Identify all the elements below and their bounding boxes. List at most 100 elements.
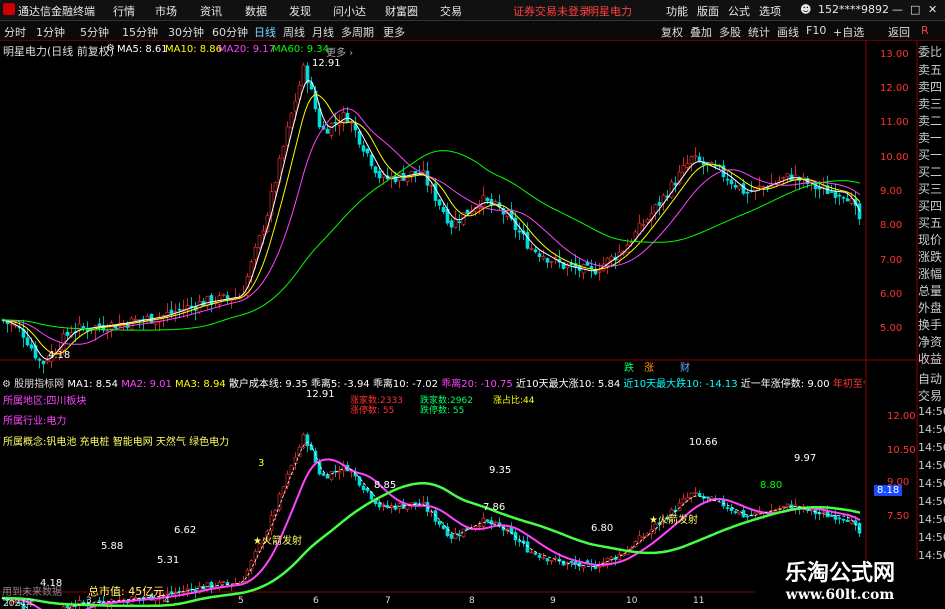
main-chart-header: 明星电力(日线 前复权) — [3, 45, 115, 58]
candle-body — [225, 295, 230, 299]
candle-body — [821, 511, 826, 514]
r-badge: R — [921, 24, 929, 37]
maximize-icon[interactable]: □ — [910, 3, 920, 16]
sidebar-item: 换手 — [918, 318, 943, 332]
menu-item-2[interactable]: 资讯 — [200, 3, 222, 19]
candle-body — [493, 521, 498, 524]
kline-chart[interactable] — [0, 40, 945, 609]
tool-6[interactable]: +自选 — [833, 24, 864, 40]
sidebar-item[interactable]: 交易 — [918, 387, 942, 404]
value-label: 10.66 — [689, 437, 718, 448]
gear-icon[interactable]: ⚙ — [106, 43, 115, 54]
candle-body — [821, 185, 826, 188]
candle-body — [657, 202, 662, 206]
sidebar-time: 14:56 — [918, 531, 945, 544]
candle-body — [321, 473, 326, 476]
candle-body — [785, 173, 790, 178]
x-label: 4 — [164, 596, 170, 606]
period-5[interactable]: 60分钟 — [212, 24, 248, 40]
period-8[interactable]: 月线 — [312, 24, 334, 40]
user-id[interactable]: 152****9892 — [818, 3, 889, 16]
menu-item-1[interactable]: 市场 — [155, 3, 177, 19]
title-bar: 通达信金融终端 行情 市场 资讯 数据 发现 问小达 财富圈 交易 证券交易未登… — [0, 0, 945, 21]
menu-item-6[interactable]: 财富圈 — [385, 3, 418, 19]
candle-body — [169, 591, 174, 595]
current-stock-name: 明星电力 — [588, 5, 632, 18]
candle-body — [653, 204, 658, 213]
menu-item-0[interactable]: 行情 — [113, 3, 135, 19]
candle-body — [541, 557, 546, 560]
candle-body — [81, 326, 86, 329]
candle-body — [693, 155, 698, 158]
candle-body — [705, 496, 710, 499]
candle-body — [541, 256, 546, 260]
period-4[interactable]: 30分钟 — [168, 24, 204, 40]
candle-body — [517, 230, 522, 233]
close-icon[interactable]: ✕ — [928, 3, 937, 16]
tool-3[interactable]: 统计 — [748, 24, 770, 40]
sidebar-item: 总量 — [918, 284, 943, 298]
candle-body — [365, 148, 370, 154]
mark-cai[interactable]: 财 — [680, 359, 690, 374]
sidebar-time: 14:56 — [918, 423, 945, 436]
candle-body — [849, 198, 854, 204]
right-menu-0[interactable]: 功能 — [666, 3, 688, 19]
menu-item-5[interactable]: 问小达 — [333, 3, 366, 19]
value-label: 3 — [258, 458, 265, 469]
menu-item-3[interactable]: 数据 — [245, 3, 267, 19]
candle-body — [221, 581, 226, 583]
period-0[interactable]: 分时 — [4, 24, 26, 40]
mark-zhang[interactable]: 涨 — [644, 359, 654, 374]
candle-body — [709, 496, 714, 499]
sidebar-item: 收益 — [918, 352, 943, 366]
mark-die[interactable]: 跌 — [624, 359, 634, 374]
price-label: 9.00 — [880, 186, 903, 197]
period-2[interactable]: 5分钟 — [80, 24, 109, 40]
candle-body — [829, 191, 834, 193]
sidebar-item: 涨跌 — [918, 250, 943, 264]
period-3[interactable]: 15分钟 — [122, 24, 158, 40]
right-menu-2[interactable]: 公式 — [728, 3, 750, 19]
price-label: 5.00 — [880, 323, 903, 334]
quote-sidebar: 委比 卖五 卖四 卖三 卖二 卖一 买一 买二 买三 买四 买五 现价 涨跌 涨… — [918, 43, 945, 609]
right-menu-1[interactable]: 版面 — [697, 3, 719, 19]
tool-0[interactable]: 复权 — [661, 24, 683, 40]
candle-body — [689, 492, 694, 498]
candle-body — [729, 507, 734, 511]
period-7[interactable]: 周线 — [283, 24, 305, 40]
right-menu-3[interactable]: 选项 — [759, 3, 781, 19]
minimize-icon[interactable]: — — [892, 3, 903, 16]
tool-4[interactable]: 画线 — [777, 24, 799, 40]
user-icon[interactable]: ☻ — [800, 3, 811, 16]
gear-icon[interactable]: ⚙ — [2, 379, 11, 388]
tool-5[interactable]: F10 — [806, 24, 826, 37]
sidebar-time: 14:56 — [918, 441, 945, 454]
tool-1[interactable]: 叠加 — [690, 24, 712, 40]
period-10[interactable]: 更多 — [383, 24, 405, 40]
period-9[interactable]: 多周期 — [341, 24, 374, 40]
candle-body — [465, 209, 470, 214]
tool-7[interactable]: 返回 — [888, 24, 910, 40]
menu-item-4[interactable]: 发现 — [289, 3, 311, 19]
candle-body — [25, 337, 30, 346]
current-price-tag: 8.18 — [874, 485, 903, 496]
app-title: 通达信金融终端 — [18, 5, 95, 18]
tool-2[interactable]: 多股 — [719, 24, 741, 40]
candle-body — [345, 112, 350, 123]
main-candles — [1, 62, 862, 374]
candle-body — [829, 515, 834, 517]
indicator-value: 散户成本线: 9.35 — [228, 379, 308, 388]
x-label: 8 — [469, 596, 475, 606]
candle-body — [257, 235, 262, 248]
menu-item-7[interactable]: 交易 — [440, 3, 462, 19]
candle-body — [177, 308, 182, 311]
period-1[interactable]: 1分钟 — [36, 24, 65, 40]
sidebar-item[interactable]: 自动 — [918, 370, 942, 387]
candle-body — [9, 323, 14, 326]
login-notice[interactable]: 证券交易未登录 — [513, 3, 590, 19]
period-6-active[interactable]: 日线 — [254, 24, 276, 40]
sub-chart-header: ⚙ 股朋指标网 MA1: 8.54 MA2: 9.01 MA3: 8.94 散户… — [2, 375, 865, 388]
more-ma-label[interactable]: 更多 › — [326, 44, 353, 59]
candle-body — [597, 270, 602, 273]
candle-body — [457, 221, 462, 223]
